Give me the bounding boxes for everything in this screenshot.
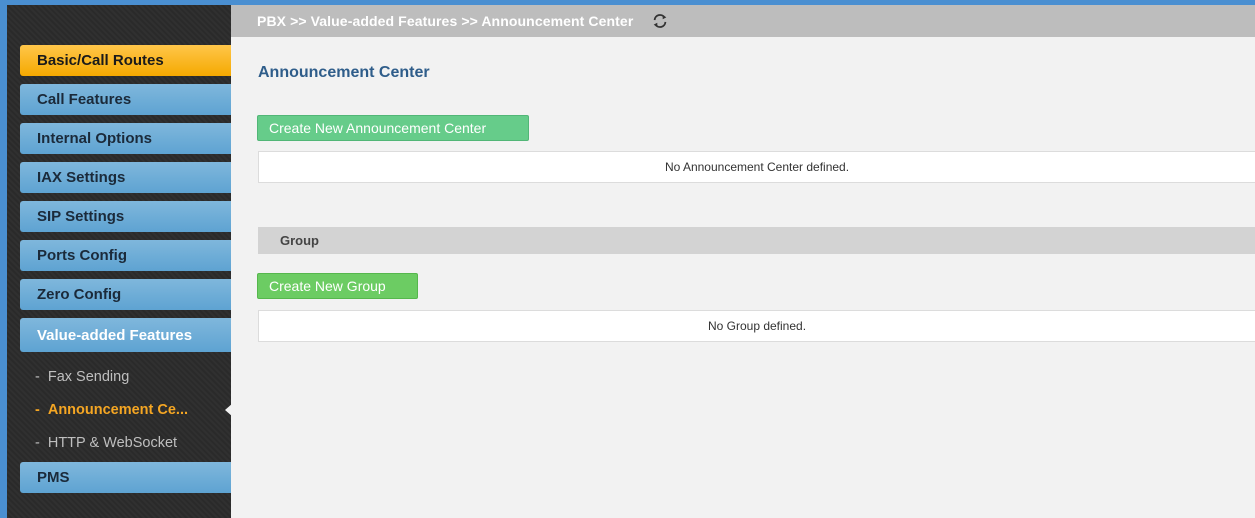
sidebar-item-value-added-features[interactable]: Value-added Features xyxy=(20,318,231,352)
announcement-center-empty-state: No Announcement Center defined. xyxy=(258,151,1255,183)
group-empty-text: No Group defined. xyxy=(707,319,807,333)
create-announcement-center-button[interactable]: Create New Announcement Center xyxy=(257,115,529,141)
group-empty-state: No Group defined. xyxy=(258,310,1255,342)
sidebar: Basic/Call Routes Call Features Internal… xyxy=(7,5,233,518)
announcement-empty-text: No Announcement Center defined. xyxy=(664,160,850,174)
sidebar-item-zero-config[interactable]: Zero Config xyxy=(20,279,231,310)
submenu-dash: - xyxy=(35,401,40,418)
breadcrumb-bar: PBX >> Value-added Features >> Announcem… xyxy=(231,5,1255,37)
group-section-title: Group xyxy=(280,233,319,248)
sidebar-menu: Basic/Call Routes Call Features Internal… xyxy=(20,45,233,501)
refresh-icon[interactable] xyxy=(651,12,669,30)
sidebar-subitem-label: Fax Sending xyxy=(47,368,130,385)
sidebar-item-pms[interactable]: PMS xyxy=(20,462,231,493)
create-group-button[interactable]: Create New Group xyxy=(257,273,418,299)
sidebar-item-ports-config[interactable]: Ports Config xyxy=(20,240,231,271)
sidebar-item-sip-settings[interactable]: SIP Settings xyxy=(20,201,231,232)
sidebar-subitem-http-websocket[interactable]: - HTTP & WebSocket xyxy=(20,426,231,459)
breadcrumb: PBX >> Value-added Features >> Announcem… xyxy=(257,13,634,29)
sidebar-item-call-features[interactable]: Call Features xyxy=(20,84,231,115)
sidebar-subitem-fax-sending[interactable]: - Fax Sending xyxy=(20,360,231,393)
page-title: Announcement Center xyxy=(258,64,430,81)
sidebar-subitem-label: HTTP & WebSocket xyxy=(47,434,178,451)
sidebar-item-internal-options[interactable]: Internal Options xyxy=(20,123,231,154)
group-section-header: Group xyxy=(258,227,1255,254)
sidebar-item-iax-settings[interactable]: IAX Settings xyxy=(20,162,231,193)
sidebar-submenu: - Fax Sending - Announcement Ce... - HTT… xyxy=(20,360,233,459)
sidebar-subitem-label: Announcement Ce... xyxy=(47,401,189,418)
submenu-dash: - xyxy=(35,434,40,451)
sidebar-subitem-announcement-center[interactable]: - Announcement Ce... xyxy=(20,393,233,426)
submenu-dash: - xyxy=(35,368,40,385)
sidebar-item-basic-call-routes[interactable]: Basic/Call Routes xyxy=(20,45,231,76)
